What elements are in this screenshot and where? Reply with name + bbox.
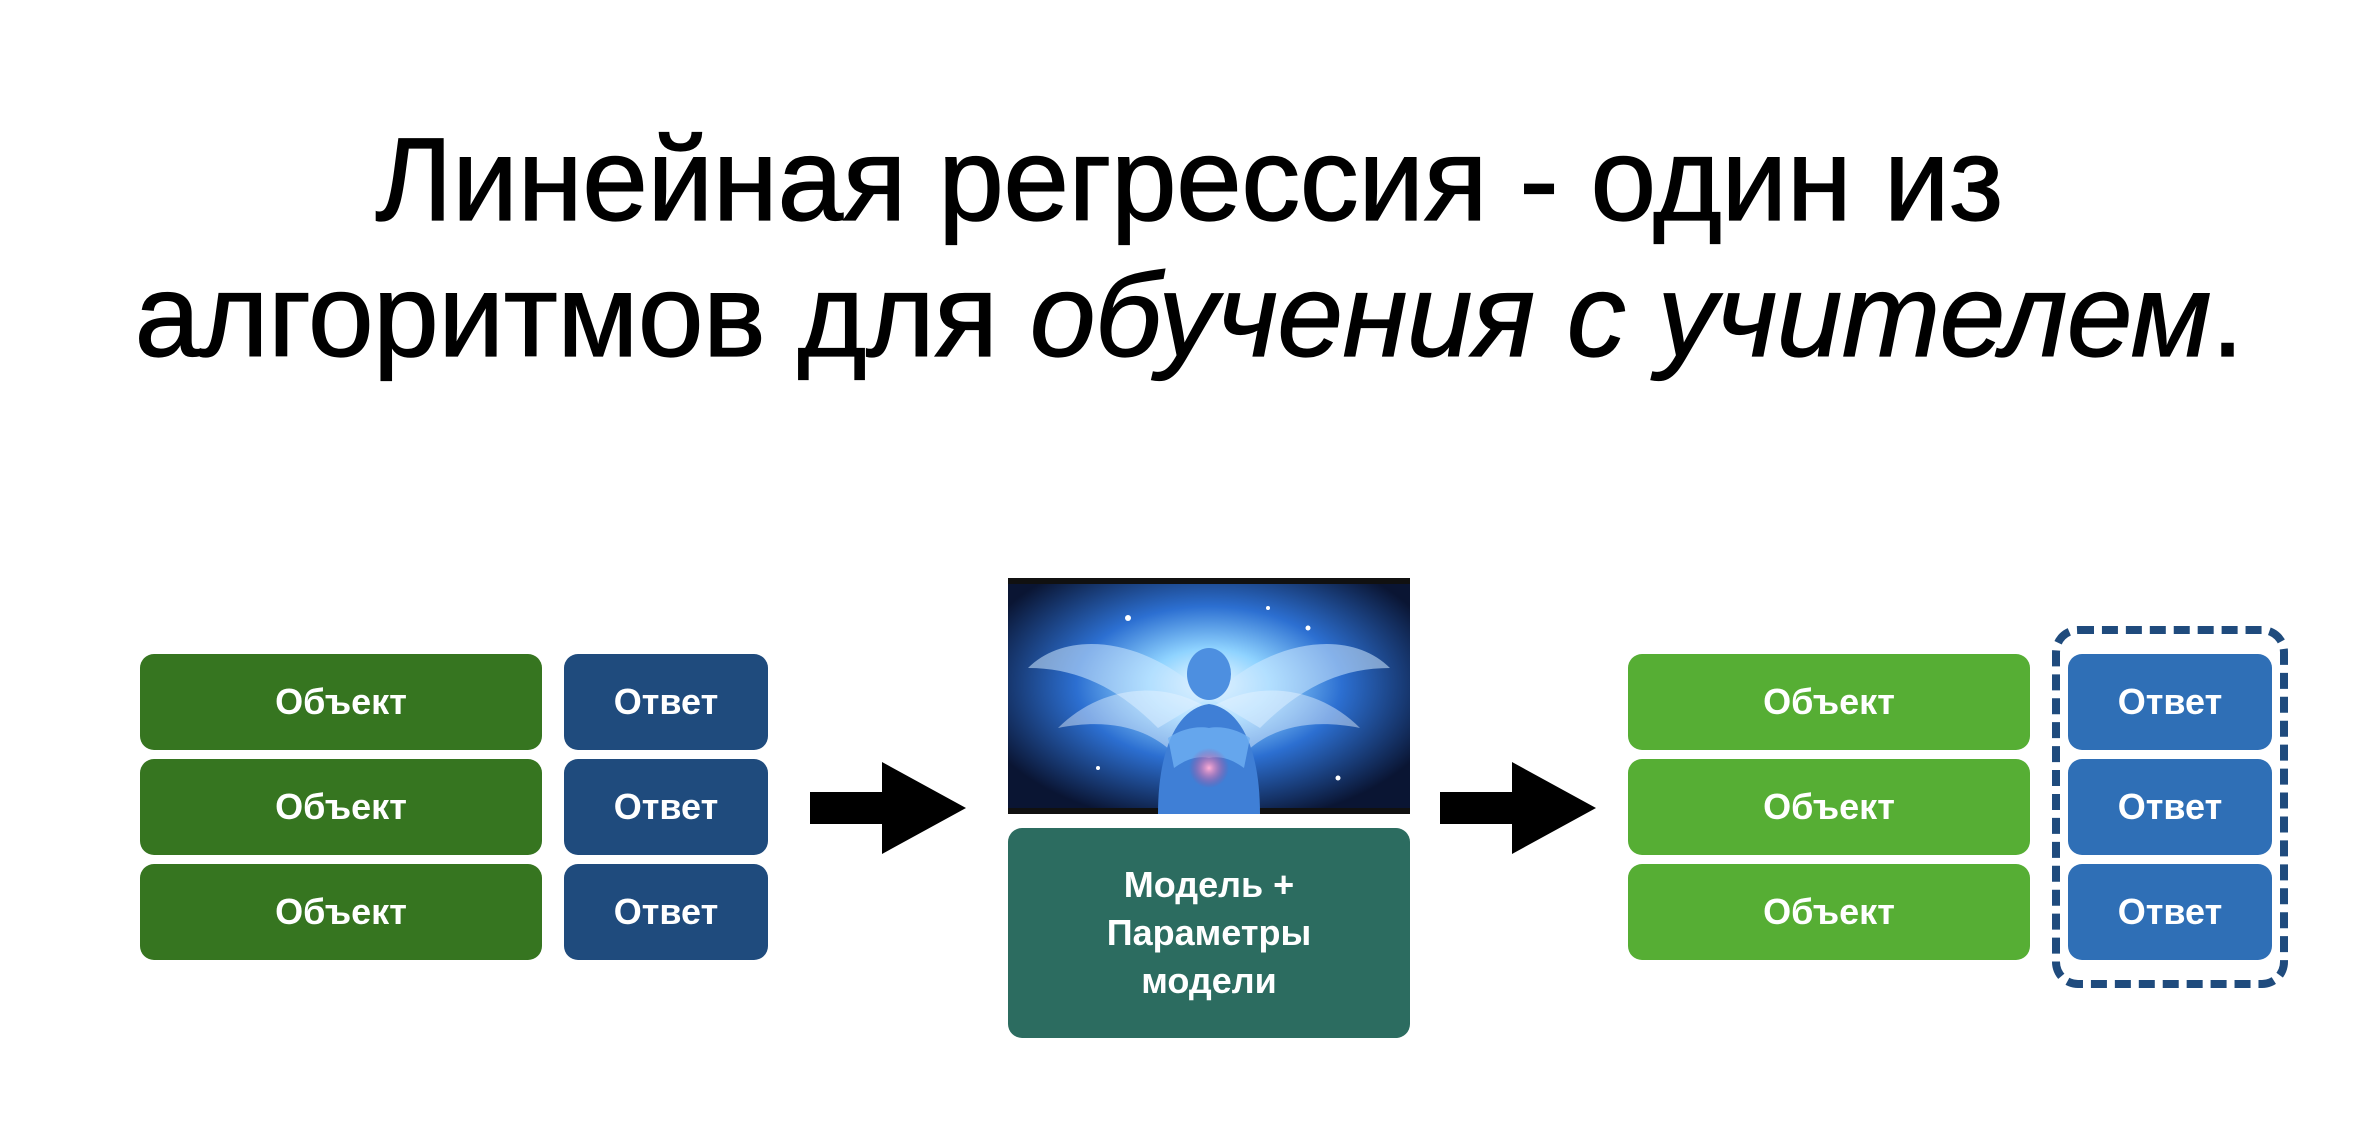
input-answer-cell: Ответ bbox=[564, 864, 768, 960]
title-line-2-plain: алгоритмов для bbox=[134, 249, 1030, 382]
output-object-cell: Объект bbox=[1628, 864, 2030, 960]
glowing-figure-illustration bbox=[1008, 578, 1410, 814]
input-object-cell: Объект bbox=[140, 654, 542, 750]
title-line-2-italic: обучения с учителем bbox=[1029, 249, 2212, 382]
input-object-cell: Объект bbox=[140, 759, 542, 855]
title-line-1: Линейная регрессия - один из bbox=[375, 113, 2004, 246]
input-object-cell: Объект bbox=[140, 864, 542, 960]
output-object-cell: Объект bbox=[1628, 759, 2030, 855]
slide-title: Линейная регрессия - один из алгоритмов … bbox=[0, 112, 2378, 384]
model-parameters-box: Модель + Параметры модели bbox=[1008, 828, 1410, 1038]
model-line: Параметры bbox=[1106, 912, 1312, 953]
title-line-2: алгоритмов для обучения с учителем. bbox=[0, 248, 2378, 384]
model-line: Модель + bbox=[1123, 864, 1295, 905]
output-object-cell: Объект bbox=[1628, 654, 2030, 750]
model-line: модели bbox=[1141, 960, 1277, 1001]
input-answer-cell: Ответ bbox=[564, 654, 768, 750]
input-answer-cell: Ответ bbox=[564, 759, 768, 855]
right-arrow-icon bbox=[1440, 762, 1596, 854]
predicted-answers-frame bbox=[2052, 626, 2288, 988]
title-line-2-end: . bbox=[2210, 249, 2244, 382]
right-arrow-icon bbox=[810, 762, 966, 854]
